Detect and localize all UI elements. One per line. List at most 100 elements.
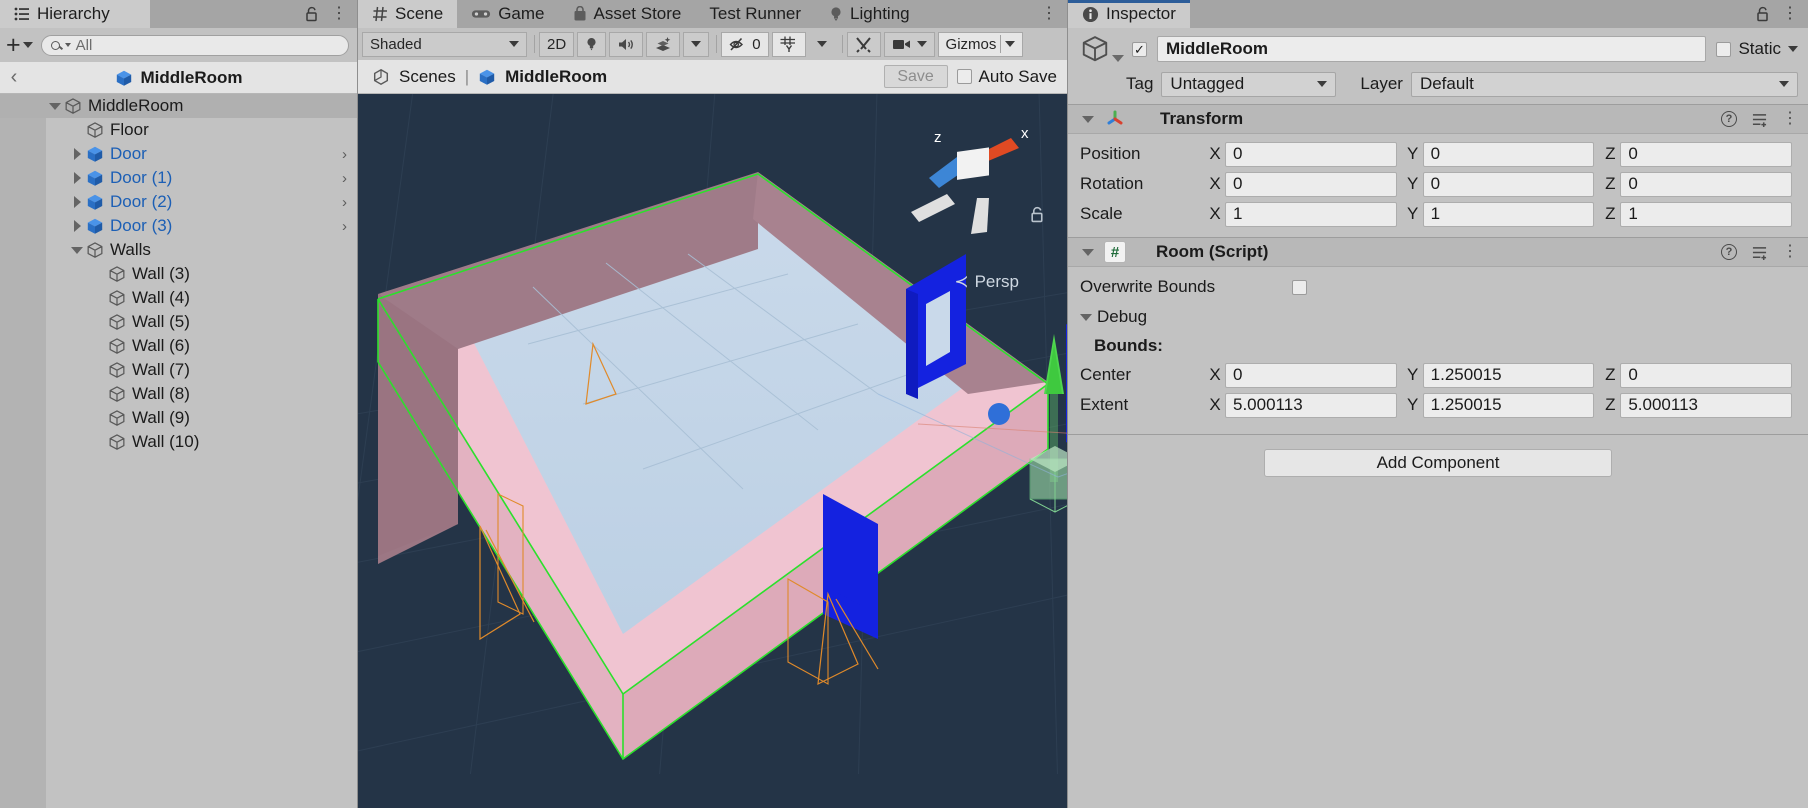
- chevron-down-icon[interactable]: [1788, 46, 1798, 52]
- scene-tools-button[interactable]: [846, 31, 881, 57]
- kebab-menu-icon[interactable]: ⋮: [331, 6, 347, 22]
- hierarchy-item-wall-9[interactable]: Wall (9): [0, 406, 357, 430]
- transform-rotation-label: Rotation: [1080, 174, 1144, 193]
- kebab-menu-icon[interactable]: ⋮: [1782, 6, 1798, 22]
- hierarchy-item-wall-3[interactable]: Wall (3): [0, 262, 357, 286]
- prefab-open-chevron-right-icon[interactable]: ›: [342, 218, 347, 235]
- help-icon[interactable]: ?: [1721, 244, 1737, 260]
- breadcrumb-scenes-label[interactable]: Scenes: [399, 67, 456, 87]
- transform-scale-y-field[interactable]: 1: [1422, 201, 1595, 227]
- tab-game[interactable]: Game: [457, 0, 559, 28]
- static-toggle[interactable]: Static: [1716, 39, 1798, 59]
- scene-audio-toggle[interactable]: [609, 31, 644, 57]
- tab-lighting[interactable]: Lighting: [815, 0, 924, 28]
- static-checkbox[interactable]: [1716, 41, 1732, 57]
- kebab-menu-icon[interactable]: ⋮: [1782, 244, 1798, 260]
- transform-position-z-field[interactable]: 0: [1620, 141, 1793, 167]
- transform-rotation-z-field[interactable]: 0: [1620, 171, 1793, 197]
- hierarchy-item-floor[interactable]: Floor: [0, 118, 357, 142]
- overwrite-bounds-checkbox[interactable]: [1292, 279, 1307, 295]
- hierarchy-item-wall-7[interactable]: Wall (7): [0, 358, 357, 382]
- hierarchy-item-door[interactable]: Door ›: [0, 142, 357, 166]
- foldout-expanded-icon[interactable]: [68, 246, 86, 254]
- scene-viewport[interactable]: z x ≺ Persp: [358, 94, 1067, 808]
- transform-position-y-field[interactable]: 0: [1422, 141, 1595, 167]
- tab-hierarchy[interactable]: Hierarchy: [0, 0, 150, 28]
- bounds-center-z-field[interactable]: 0: [1620, 362, 1793, 388]
- transform-scale-z-field[interactable]: 1: [1620, 201, 1793, 227]
- tab-asset-store[interactable]: Asset Store: [558, 0, 696, 28]
- prefab-open-chevron-right-icon[interactable]: ›: [342, 194, 347, 211]
- scene-lighting-toggle[interactable]: [577, 31, 607, 57]
- help-icon[interactable]: ?: [1721, 111, 1737, 127]
- tab-inspector[interactable]: Inspector: [1068, 0, 1190, 28]
- breadcrumb-object-label[interactable]: MiddleRoom: [505, 67, 607, 87]
- auto-save-checkbox[interactable]: [956, 69, 972, 84]
- gameobject-icon-chevron-down-icon[interactable]: [1112, 55, 1124, 62]
- room-script-foldout-icon[interactable]: [1082, 248, 1094, 256]
- object-name-field[interactable]: MiddleRoom: [1157, 36, 1707, 62]
- bounds-extent-y-field[interactable]: 1.250015: [1422, 392, 1595, 418]
- scene-camera-button[interactable]: [883, 31, 935, 57]
- transform-foldout-icon[interactable]: [1082, 115, 1094, 123]
- transform-position-x-field[interactable]: 0: [1225, 141, 1397, 167]
- scene-grid-chevron[interactable]: [808, 31, 835, 57]
- hierarchy-item-label: Door: [110, 144, 147, 163]
- toggle-2d-button[interactable]: 2D: [539, 31, 575, 57]
- kebab-menu-icon[interactable]: ⋮: [1041, 6, 1057, 22]
- bounds-extent-x-field[interactable]: 5.000113: [1225, 392, 1397, 418]
- prefab-open-chevron-right-icon[interactable]: ›: [342, 170, 347, 187]
- persp-label[interactable]: ≺ Persp: [954, 272, 1019, 292]
- scene-grid-button[interactable]: [771, 31, 806, 57]
- transform-component-header[interactable]: Transform ? ⋮: [1068, 104, 1808, 134]
- hierarchy-item-wall-5[interactable]: Wall (5): [0, 310, 357, 334]
- save-button[interactable]: Save: [883, 65, 948, 88]
- foldout-collapsed-icon[interactable]: [68, 172, 86, 184]
- lock-open-icon[interactable]: [305, 6, 319, 22]
- lock-open-icon[interactable]: [1030, 206, 1045, 228]
- bounds-center-x-field[interactable]: 0: [1225, 362, 1397, 388]
- hierarchy-item-door-2[interactable]: Door (2) ›: [0, 190, 357, 214]
- transform-rotation-y-field[interactable]: 0: [1422, 171, 1595, 197]
- hierarchy-item-wall-8[interactable]: Wall (8): [0, 382, 357, 406]
- tab-test-runner[interactable]: Test Runner: [695, 0, 816, 28]
- orientation-gizmo[interactable]: z x: [899, 106, 1049, 236]
- hierarchy-item-door-3[interactable]: Door (3) ›: [0, 214, 357, 238]
- scene-gizmos-button[interactable]: Gizmos: [937, 31, 1024, 57]
- transform-rotation-x-field[interactable]: 0: [1225, 171, 1397, 197]
- hierarchy-item-door-1[interactable]: Door (1) ›: [0, 166, 357, 190]
- debug-foldout[interactable]: Debug: [1080, 302, 1798, 332]
- bounds-center-y-field[interactable]: 1.250015: [1422, 362, 1595, 388]
- debug-foldout-icon[interactable]: [1080, 313, 1092, 321]
- hierarchy-item-walls[interactable]: Walls: [0, 238, 357, 262]
- lock-open-icon[interactable]: [1756, 6, 1770, 22]
- create-object-button[interactable]: +: [6, 33, 33, 58]
- room-script-component-header[interactable]: # Room (Script) ? ⋮: [1068, 237, 1808, 267]
- scene-fx-dropdown[interactable]: [646, 31, 681, 57]
- foldout-expanded-icon[interactable]: [46, 102, 64, 110]
- foldout-collapsed-icon[interactable]: [68, 148, 86, 160]
- hierarchy-search-input[interactable]: All: [40, 34, 349, 56]
- tag-dropdown[interactable]: Untagged: [1161, 71, 1337, 97]
- hierarchy-item-wall-10[interactable]: Wall (10): [0, 430, 357, 454]
- preset-icon[interactable]: [1751, 245, 1768, 260]
- foldout-collapsed-icon[interactable]: [68, 196, 86, 208]
- layer-dropdown[interactable]: Default: [1410, 71, 1798, 97]
- scene-hidden-objects-button[interactable]: 0: [721, 31, 769, 57]
- foldout-collapsed-icon[interactable]: [68, 220, 86, 232]
- add-component-button[interactable]: Add Component: [1264, 449, 1612, 477]
- preset-icon[interactable]: [1751, 112, 1768, 127]
- draw-mode-dropdown[interactable]: Shaded: [362, 31, 527, 57]
- hierarchy-item-wall-6[interactable]: Wall (6): [0, 334, 357, 358]
- scene-fx-chevron[interactable]: [683, 31, 710, 57]
- auto-save-toggle[interactable]: Auto Save: [956, 67, 1057, 87]
- object-enabled-checkbox[interactable]: [1132, 41, 1147, 57]
- bounds-extent-z-field[interactable]: 5.000113: [1620, 392, 1793, 418]
- hierarchy-item-wall-4[interactable]: Wall (4): [0, 286, 357, 310]
- hierarchy-item-middleroom[interactable]: MiddleRoom: [0, 94, 357, 118]
- tab-scene[interactable]: Scene: [358, 0, 458, 28]
- kebab-menu-icon[interactable]: ⋮: [1782, 111, 1798, 127]
- transform-scale-x-field[interactable]: 1: [1225, 201, 1397, 227]
- hierarchy-tree[interactable]: MiddleRoom Floor Door › Door (1) › Door (2) › Do…: [0, 94, 357, 808]
- prefab-open-chevron-right-icon[interactable]: ›: [342, 146, 347, 163]
